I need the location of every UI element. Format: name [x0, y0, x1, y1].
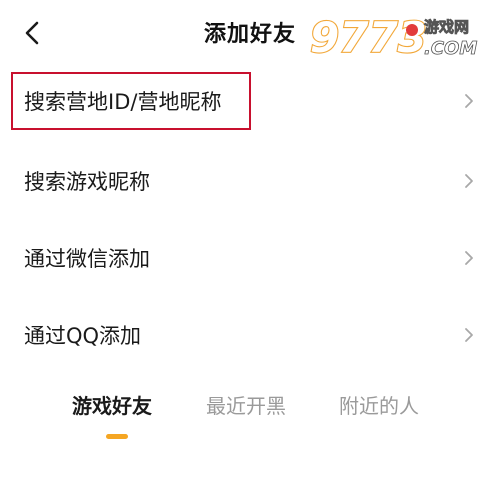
menu-item-add-via-qq[interactable]: 通过QQ添加	[0, 304, 500, 366]
svg-text:.COM: .COM	[424, 38, 477, 59]
svg-text:游戏网: 游戏网	[424, 18, 469, 36]
menu-item-label: 通过QQ添加	[24, 324, 142, 348]
menu-item-label: 通过微信添加	[24, 247, 150, 271]
tab-nearby-people[interactable]: 附近的人	[339, 390, 419, 419]
menu-item-label: 搜索游戏昵称	[24, 170, 150, 194]
add-friend-page: 添加好友 9773 游戏网 .COM 搜索营地ID/营地昵称 搜索游戏昵称 通过…	[0, 0, 500, 497]
tab-game-friends[interactable]: 游戏好友	[72, 390, 152, 419]
chevron-right-icon	[465, 174, 473, 188]
chevron-right-icon	[465, 251, 473, 265]
header-bar: 添加好友 9773 游戏网 .COM	[0, 0, 500, 68]
svg-text:9773: 9773	[310, 13, 427, 62]
friend-tabs: 游戏好友 最近开黑 附近的人	[0, 390, 500, 450]
chevron-right-icon	[465, 94, 473, 108]
menu-item-search-game-nickname[interactable]: 搜索游戏昵称	[0, 150, 500, 212]
annotation-highlight-box	[11, 72, 251, 130]
watermark-logo: 9773 游戏网 .COM	[309, 12, 478, 63]
chevron-right-icon	[465, 328, 473, 342]
active-tab-indicator	[106, 434, 128, 439]
tab-recent-play[interactable]: 最近开黑	[206, 390, 286, 419]
menu-item-add-via-wechat[interactable]: 通过微信添加	[0, 227, 500, 289]
